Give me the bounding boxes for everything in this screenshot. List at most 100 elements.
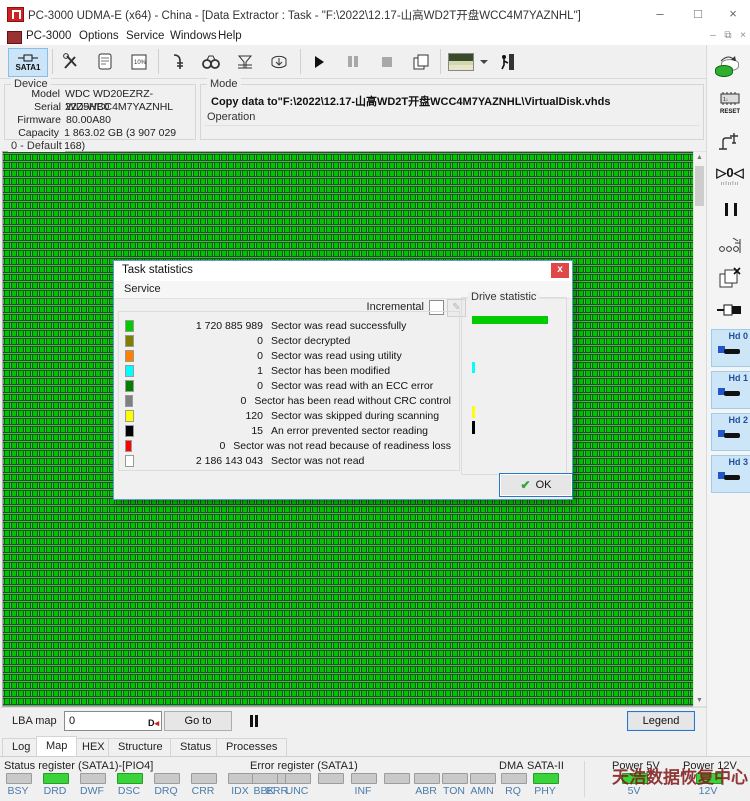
drive-statistic-title: Drive statistic [468,291,540,303]
stat-color-swatch [125,394,134,407]
scroll-down-icon[interactable]: ▼ [696,697,703,704]
maximize-button[interactable]: □ [683,6,713,23]
stat-label: Sector was read with an ECC error [271,379,434,392]
legend-button[interactable]: Legend [627,711,695,731]
svg-text:1↓: 1↓ [723,97,728,103]
head-1-button[interactable]: Hd 1 [711,371,750,409]
led-label: ABR [415,785,437,797]
mdi-minimize-button[interactable]: – [706,30,720,43]
field-label: Serial [34,101,61,113]
device-firmware-row: Firmware 80.00A80 [9,114,195,127]
stat-label: Sector was read successfully [271,319,407,332]
lba-map-label: LBA map [12,715,57,727]
stat-label: An error prevented sector reading [271,424,429,437]
drive-copy-icon[interactable] [715,56,745,79]
close-button[interactable]: × [718,6,748,23]
menu-service[interactable]: Service [126,30,164,42]
head-0-button[interactable]: Hd 0 [711,329,750,367]
menu-options[interactable]: Options [79,30,119,42]
dialog-menu-service[interactable]: Service [124,283,161,295]
close-copies-icon[interactable] [715,267,745,292]
layers-x-icon [719,267,741,288]
pause-map-button[interactable] [242,711,264,730]
pause-icon [255,714,258,727]
play-icon [314,55,324,68]
stat-value: 0 [219,439,226,452]
utility-icon[interactable] [58,48,84,75]
start-button[interactable] [306,48,332,75]
menu-help[interactable]: Help [218,30,242,42]
pause-icon [354,56,358,67]
dialog-close-button[interactable]: x [551,263,569,278]
connector-icon[interactable] [715,303,745,320]
filter-icon[interactable] [232,48,258,75]
hook-icon[interactable] [164,48,190,75]
field-value: WD-WCC4M7YAZNHL [66,101,174,113]
mdi-close-button[interactable]: × [736,30,750,43]
field-value: 80.00A80 [66,114,111,126]
tab-log[interactable]: Log [2,738,41,756]
sata1-port-button[interactable]: SATA1 [8,48,48,77]
led-label: 5V [627,785,641,797]
decimal-format-icon[interactable]: D◂ [148,714,159,732]
scrollbar-thumb[interactable] [695,166,704,206]
led-label: CRR [191,785,215,797]
stat-color-swatch [125,349,134,362]
map-view-button[interactable] [446,48,476,75]
status-bar: Status register (SATA1)-[PIO4] BSY DRD D… [0,756,750,801]
goto-button[interactable]: Go to [164,711,232,731]
led-label: PHY [534,785,556,797]
stat-row: 1 Sector has been modified [125,363,451,378]
menu-windows[interactable]: Windows [170,30,217,42]
exit-task-button[interactable] [494,48,520,75]
card-icon[interactable]: 10% [126,48,152,75]
stat-value: 0 [257,334,263,347]
drive-stat-bar-skipped [472,406,475,418]
minimize-button[interactable]: – [645,6,675,23]
mdi-restore-button[interactable]: ⧉ [721,30,735,43]
map-scrollbar[interactable]: ▲ ▼ [693,151,707,707]
led-inf [351,773,377,784]
tab-status[interactable]: Status [170,738,222,756]
oscilloscope-probe-icon[interactable] [715,131,745,156]
tab-structure[interactable]: Structure [108,738,173,756]
pause-icon [725,203,729,216]
document-icon [98,53,112,69]
led-idx [228,773,254,784]
menu-pc3000[interactable]: PC-3000 [26,30,71,42]
stat-label: Sector decrypted [271,334,351,347]
head-test-icon[interactable]: ▷0◁ ıılıılıı [715,165,745,187]
head-icon [716,388,742,398]
stop-button[interactable] [374,48,400,75]
pause-icon [733,203,737,216]
toolbar-separator [440,49,441,74]
pause-utility-icon[interactable] [715,203,745,219]
reset-icon[interactable]: 1↓ RESET [715,92,745,115]
ok-button[interactable]: ✔ OK [499,473,573,497]
exit-door-icon [501,53,514,70]
scroll-up-icon[interactable]: ▲ [696,154,703,161]
led-drq [154,773,180,784]
save-map-icon[interactable] [266,48,292,75]
tab-map[interactable]: Map [36,736,78,756]
head-2-button[interactable]: Hd 2 [711,413,750,451]
chip-icon: 1↓ [720,92,740,105]
tab-processes[interactable]: Processes [216,738,288,756]
sata1-label: SATA1 [15,62,41,72]
led-label: DSC [117,785,141,797]
title-bar: PC-3000 UDMA-E (x64) - China - [Data Ext… [0,0,750,29]
copy-sectors-button[interactable] [408,48,434,75]
sata-connector-icon [18,54,38,61]
head-icon [716,430,742,440]
pause-button[interactable] [340,48,366,75]
search-icon[interactable] [198,48,224,75]
led-label: AMN [470,785,494,797]
lba-input[interactable]: 0 D◂ [64,711,162,731]
led-dwf [80,773,106,784]
script-icon[interactable] [92,48,118,75]
stat-row: 0 Sector decrypted [125,333,451,348]
head-3-button[interactable]: Hd 3 [711,455,750,493]
heads-map-icon[interactable] [715,235,745,258]
task-statistics-dialog: Task statistics x Service Incremental ✎ … [113,260,573,500]
map-view-dropdown[interactable] [478,48,490,75]
